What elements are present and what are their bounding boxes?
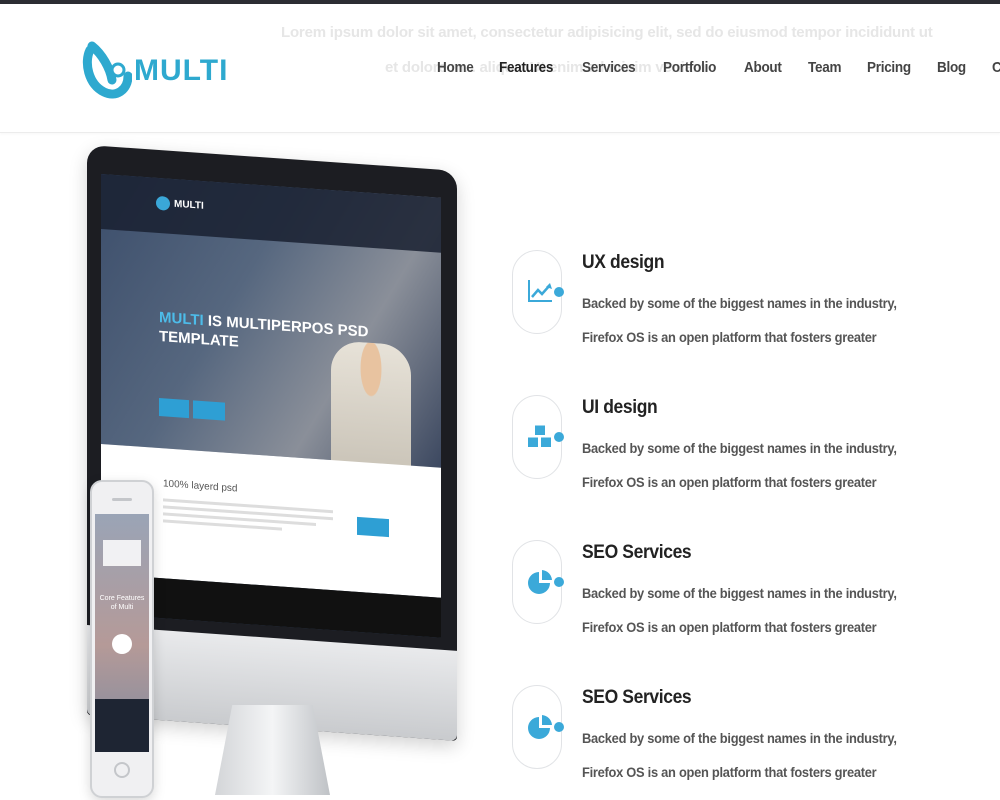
- feature-dot: [554, 722, 564, 732]
- pie-chart-icon: [528, 570, 552, 594]
- nav-contact[interactable]: Contact: [992, 59, 1000, 76]
- feature-description: Backed by some of the biggest names in t…: [582, 585, 897, 635]
- screen-kid-photo: [331, 340, 411, 476]
- feature-ux-design: UX design Backed by some of the biggest …: [510, 250, 930, 360]
- phone-badge: [112, 634, 132, 654]
- feature-description: Backed by some of the biggest names in t…: [582, 295, 897, 345]
- feature-title: UI design: [582, 397, 658, 418]
- screen-title-highlight: MULTI: [159, 309, 204, 330]
- feature-dot: [554, 287, 564, 297]
- feature-description: Backed by some of the biggest names in t…: [582, 730, 897, 780]
- screen-download-button: [193, 400, 225, 421]
- feature-dot: [554, 432, 564, 442]
- phone-footer: [95, 699, 149, 752]
- nav-team[interactable]: Team: [808, 59, 841, 76]
- feature-seo-services-2: SEO Services Backed by some of the bigge…: [510, 685, 930, 795]
- cubes-icon: [528, 424, 551, 447]
- site-header: Lorem ipsum dolor sit amet, consectetur …: [0, 4, 1000, 133]
- feature-title: UX design: [582, 252, 665, 273]
- phone-logo-card: [103, 540, 141, 566]
- pie-chart-icon: [528, 715, 552, 739]
- nav-about[interactable]: About: [744, 59, 782, 76]
- screen-hero: MULTI MULTI IS MULTIPERPOS PSD TEMPLATE: [101, 173, 441, 476]
- screen-text-lines: [163, 498, 333, 538]
- nav-portfolio[interactable]: Portfolio: [663, 59, 716, 76]
- phone-speaker: [112, 498, 132, 501]
- screen-section-title: 100% layerd psd: [163, 478, 238, 495]
- nav-pricing[interactable]: Pricing: [867, 59, 911, 76]
- brand-logo[interactable]: MULTI: [82, 32, 227, 112]
- feature-title: SEO Services: [582, 542, 692, 563]
- screen-buy-button: [357, 516, 389, 538]
- faded-tagline-line-1: Lorem ipsum dolor sit amet, consectetur …: [281, 24, 933, 41]
- imac-stand: [215, 705, 330, 795]
- chart-icon: [528, 280, 552, 302]
- feature-seo-services: SEO Services Backed by some of the bigge…: [510, 540, 930, 650]
- nav-services[interactable]: Services: [582, 59, 636, 76]
- phone-home-button: [114, 762, 130, 778]
- main-nav: Home Features Services Portfolio About T…: [437, 59, 1000, 76]
- screen-nav: [101, 173, 441, 253]
- phone-mockup: Core Features of Multi: [90, 480, 154, 798]
- brand-name: MULTI: [134, 54, 229, 87]
- phone-screen: Core Features of Multi: [95, 514, 149, 752]
- nav-features[interactable]: Features: [499, 59, 553, 76]
- screen-purchase-button: [159, 398, 189, 419]
- nav-blog[interactable]: Blog: [937, 59, 966, 76]
- feature-description: Backed by some of the biggest names in t…: [582, 440, 897, 490]
- phone-heading: Core Features of Multi: [99, 595, 145, 611]
- feature-title: SEO Services: [582, 687, 692, 708]
- device-mockup-image: MULTI MULTI IS MULTIPERPOS PSD TEMPLATE …: [75, 145, 465, 800]
- feature-ui-design: UI design Backed by some of the biggest …: [510, 395, 930, 505]
- logo-mark-icon: [82, 41, 132, 99]
- feature-dot: [554, 577, 564, 587]
- nav-home[interactable]: Home: [437, 59, 474, 76]
